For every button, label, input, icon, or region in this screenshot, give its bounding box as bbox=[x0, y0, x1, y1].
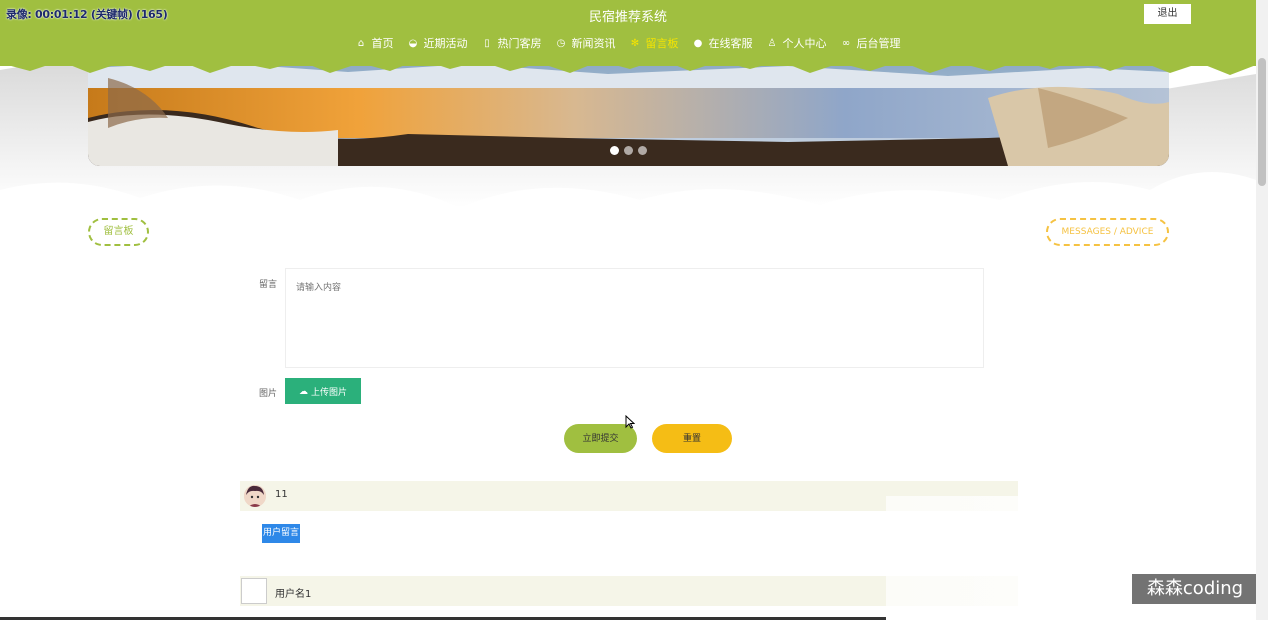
nav-item-label: 后台管理 bbox=[856, 37, 901, 50]
image-label: 图片 bbox=[259, 389, 278, 399]
link-icon: ∞ bbox=[841, 37, 851, 49]
message-username: 用户名1 bbox=[275, 589, 312, 600]
site-title: 民宿推荐系统 bbox=[588, 10, 667, 25]
home-icon: ⌂ bbox=[357, 37, 365, 49]
carousel-dots bbox=[610, 146, 647, 155]
nav-item-label: 首页 bbox=[371, 37, 394, 50]
header-wave bbox=[0, 55, 1256, 75]
watermark: 森森coding bbox=[1132, 574, 1258, 604]
message-username: 11 bbox=[275, 489, 288, 500]
section-subtitle: MESSAGES / ADVICE bbox=[1046, 218, 1169, 246]
avatar bbox=[244, 485, 266, 507]
nav-item-home[interactable]: ⌂ 首页 bbox=[356, 35, 394, 51]
nav-item-label: 留言板 bbox=[645, 37, 679, 50]
broken-image-icon bbox=[241, 578, 267, 604]
page: 录像: 00:01:12 (关键帧) (165) 民宿推荐系统 退出 ⌂ 首页 … bbox=[0, 0, 1268, 620]
nav-item-admin[interactable]: ∞ 后台管理 bbox=[841, 35, 901, 51]
message-content: 用户留言 bbox=[262, 524, 301, 543]
message-textarea[interactable] bbox=[285, 268, 984, 368]
carousel-dot[interactable] bbox=[610, 146, 619, 155]
scrollbar-thumb[interactable] bbox=[1258, 58, 1266, 186]
upload-image-button[interactable]: ☁ 上传图片 bbox=[285, 378, 361, 404]
message-label: 留言 bbox=[259, 280, 278, 290]
note-icon: ▯ bbox=[484, 37, 490, 49]
nav-item-label: 近期活动 bbox=[423, 37, 468, 50]
nav-item-personal-center[interactable]: ♙ 个人中心 bbox=[767, 35, 827, 51]
nav-item-label: 新闻资讯 bbox=[571, 37, 616, 50]
nav-item-label: 在线客服 bbox=[708, 37, 753, 50]
cloud-upload-icon: ☁ bbox=[298, 385, 308, 396]
nav-item-label: 个人中心 bbox=[782, 37, 827, 50]
palette-icon: ◒ bbox=[408, 37, 418, 49]
nav-item-online-service[interactable]: ● 在线客服 bbox=[693, 35, 753, 51]
snowflake-icon: ✻ bbox=[630, 37, 640, 49]
nav-item-hot-rooms[interactable]: ▯ 热门客房 bbox=[482, 35, 542, 51]
logout-button[interactable]: 退出 bbox=[1144, 4, 1191, 24]
nav-item-label: 热门客房 bbox=[497, 37, 542, 50]
reset-button[interactable]: 重置 bbox=[652, 424, 732, 453]
clock-icon: ◷ bbox=[556, 37, 566, 49]
upload-button-label: 上传图片 bbox=[310, 386, 347, 397]
mouse-cursor-icon bbox=[625, 415, 635, 429]
nav-item-news[interactable]: ◷ 新闻资讯 bbox=[556, 35, 616, 51]
carousel-dot[interactable] bbox=[638, 146, 647, 155]
nav-item-message-board[interactable]: ✻ 留言板 bbox=[630, 35, 679, 51]
chat-icon: ● bbox=[693, 37, 703, 49]
section-title: 留言板 bbox=[88, 218, 149, 246]
main-nav: ⌂ 首页 ◒ 近期活动 ▯ 热门客房 ◷ 新闻资讯 ✻ 留言板 ● 在线客服 ♙… bbox=[0, 35, 1256, 51]
user-icon: ♙ bbox=[767, 37, 777, 49]
nav-item-activities[interactable]: ◒ 近期活动 bbox=[408, 35, 468, 51]
carousel-dot[interactable] bbox=[624, 146, 633, 155]
